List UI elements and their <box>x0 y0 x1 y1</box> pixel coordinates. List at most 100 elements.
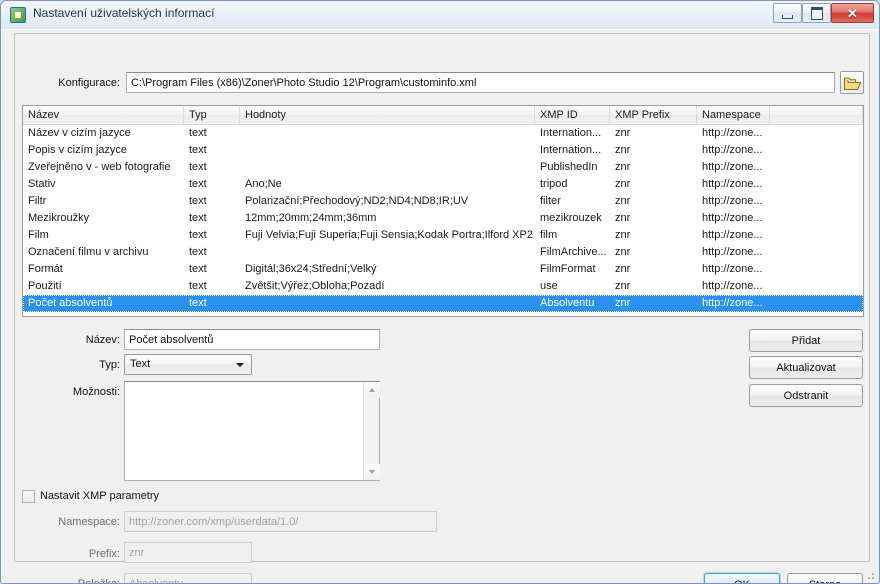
table-cell-xmp-prefix: znr <box>615 297 631 309</box>
type-select-value: Text <box>130 358 151 370</box>
table-column-header[interactable]: Namespace <box>697 106 770 125</box>
table-column-header[interactable]: XMP ID <box>535 106 610 125</box>
options-textarea[interactable] <box>124 381 380 481</box>
options-field-label: Možnosti: <box>72 386 120 398</box>
options-scrollbar[interactable] <box>363 382 380 480</box>
table-cell-xmp-prefix: znr <box>615 263 631 275</box>
table-cell-xmp-id: PublishedIn <box>540 161 598 173</box>
close-icon: ✕ <box>847 5 858 21</box>
table-cell-namespace: http://zone... <box>702 161 763 173</box>
table-cell-values <box>240 295 540 312</box>
add-button[interactable]: Přidat <box>749 329 863 352</box>
table-cell-xmp-id: Internation... <box>540 144 602 156</box>
maximize-button[interactable] <box>802 3 831 23</box>
table-column-header[interactable]: Typ <box>184 106 240 125</box>
table-row[interactable]: Zveřejněno v - web fotografie text Publish… <box>23 159 863 176</box>
name-input[interactable] <box>124 329 380 350</box>
table-cell-values: 12mm;20mm;24mm;36mm <box>245 212 377 224</box>
table-row[interactable]: Název v cizím jazyce text Internation... zn… <box>23 125 863 142</box>
table-cell-name: Filtr <box>28 195 47 207</box>
resize-grip[interactable] <box>864 569 876 581</box>
namespace-input[interactable] <box>124 511 437 532</box>
table-cell-xmp-id: tripod <box>540 178 568 190</box>
table-cell-type: text <box>189 212 207 224</box>
table-row[interactable]: Film text Fuji Velvia;Fuji Superia;Fuji Se… <box>23 227 863 244</box>
set-xmp-parameters-label: Nastavit XMP parametry <box>40 490 160 502</box>
table-cell-type: text <box>189 161 207 173</box>
table-cell-xmp-id: Internation... <box>540 127 602 139</box>
table-cell-namespace: http://zone... <box>702 263 763 275</box>
table-cell-type: text <box>189 178 207 190</box>
table-cell-xmp-id: FilmArchive... <box>540 246 607 258</box>
table-cell-namespace: http://zone... <box>702 280 763 292</box>
delete-button[interactable]: Odstranit <box>749 384 863 407</box>
table-cell-xmp-prefix: znr <box>615 127 631 139</box>
table-cell-xmp-prefix: znr <box>615 280 631 292</box>
configuration-path-input[interactable] <box>126 72 835 93</box>
table-cell-type: text <box>189 297 207 309</box>
window-title: Nastavení uživatelských informací <box>33 6 215 20</box>
table-cell-namespace: http://zone... <box>702 297 763 309</box>
minimize-button[interactable] <box>773 3 802 23</box>
table-cell-name: Mezikroužky <box>28 212 90 224</box>
minimize-icon <box>774 4 801 22</box>
table-row[interactable]: Stativ text Ano;Ne tripod znr http://zone... <box>23 176 863 193</box>
table-cell-values: Fuji Velvia;Fuji Superia;Fuji Sensia;Kod… <box>245 229 533 241</box>
table-row[interactable]: Mezikroužky text 12mm;20mm;24mm;36mm mezikr… <box>23 210 863 227</box>
close-button[interactable]: ✕ <box>831 3 874 23</box>
table-cell-name: Stativ <box>28 178 56 190</box>
set-xmp-parameters-checkbox[interactable] <box>22 490 35 503</box>
table-cell-type: text <box>189 229 207 241</box>
table-cell-type: text <box>189 144 207 156</box>
scroll-up-icon[interactable] <box>364 382 380 398</box>
prefix-input[interactable] <box>124 542 252 563</box>
table-cell-xmp-prefix: znr <box>615 178 631 190</box>
table-cell-name: Film <box>28 229 49 241</box>
table-column-header[interactable]: Hodnoty <box>240 106 535 125</box>
table-cell-xmp-id: use <box>540 280 558 292</box>
name-field-label: Název: <box>85 334 120 346</box>
table-cell-xmp-id: FilmFormat <box>540 263 596 275</box>
table-cell-name: Použití <box>28 280 62 292</box>
update-button[interactable]: Aktualizovat <box>749 356 863 379</box>
table-cell-values: Digitál;36x24;Střední;Velký <box>245 263 377 275</box>
table-cell-type: text <box>189 263 207 275</box>
table-cell-name: Název v cizím jazyce <box>28 127 131 139</box>
table-cell-namespace: http://zone... <box>702 195 763 207</box>
table-row[interactable]: Počet absolventů text Absolventu znr http://… <box>23 295 863 312</box>
chevron-down-icon <box>236 363 244 367</box>
table-row[interactable]: Filtr text Polarizační;Přechodový;ND2;ND4;… <box>23 193 863 210</box>
table-cell-xmp-prefix: znr <box>615 246 631 258</box>
table-column-header[interactable] <box>770 106 863 125</box>
namespace-field-label: Namespace: <box>58 516 120 528</box>
dialog-window: Nastavení uživatelských informací ✕ Konf… <box>0 0 880 584</box>
table-row[interactable]: Použití text Zvětšit;Výřez;Obloha;Pozadí us… <box>23 278 863 295</box>
scroll-down-icon[interactable] <box>364 464 380 480</box>
table-cell-values <box>240 142 540 159</box>
table-row[interactable]: Popis v cizím jazyce text Internation... zn… <box>23 142 863 159</box>
title-bar[interactable]: Nastavení uživatelských informací ✕ <box>1 1 879 29</box>
browse-configuration-button[interactable] <box>840 71 864 94</box>
table-cell-xmp-prefix: znr <box>615 229 631 241</box>
table-row[interactable]: Formát text Digitál;36x24;Střední;Velký Fil… <box>23 261 863 278</box>
item-input[interactable] <box>124 573 252 583</box>
table-cell-name: Formát <box>28 263 63 275</box>
table-column-header[interactable]: Název <box>23 106 184 125</box>
cancel-button[interactable]: Storno <box>787 573 863 583</box>
table-cell-values: Ano;Ne <box>245 178 282 190</box>
table-cell-type: text <box>189 127 207 139</box>
table-row[interactable]: Označení filmu v archivu text FilmArchive.… <box>23 244 863 261</box>
table-cell-values: Polarizační;Přechodový;ND2;ND4;ND8;IR;UV <box>245 195 469 207</box>
table-cell-namespace: http://zone... <box>702 212 763 224</box>
ok-button[interactable]: OK <box>704 573 780 583</box>
table-cell-values <box>240 125 540 142</box>
table-cell-name: Označení filmu v archivu <box>28 246 149 258</box>
table-cell-name: Zveřejněno v - web fotografie <box>28 161 171 173</box>
custom-info-table[interactable]: Název Typ Hodnoty XMP ID XMP Prefix Namespace… <box>22 105 864 317</box>
table-cell-values <box>240 244 540 261</box>
item-field-label: Položka: <box>77 578 120 584</box>
type-select[interactable]: Text <box>124 354 252 375</box>
table-column-header[interactable]: XMP Prefix <box>610 106 697 125</box>
table-cell-xmp-id: film <box>540 229 558 241</box>
table-cell-name: Popis v cizím jazyce <box>28 144 128 156</box>
